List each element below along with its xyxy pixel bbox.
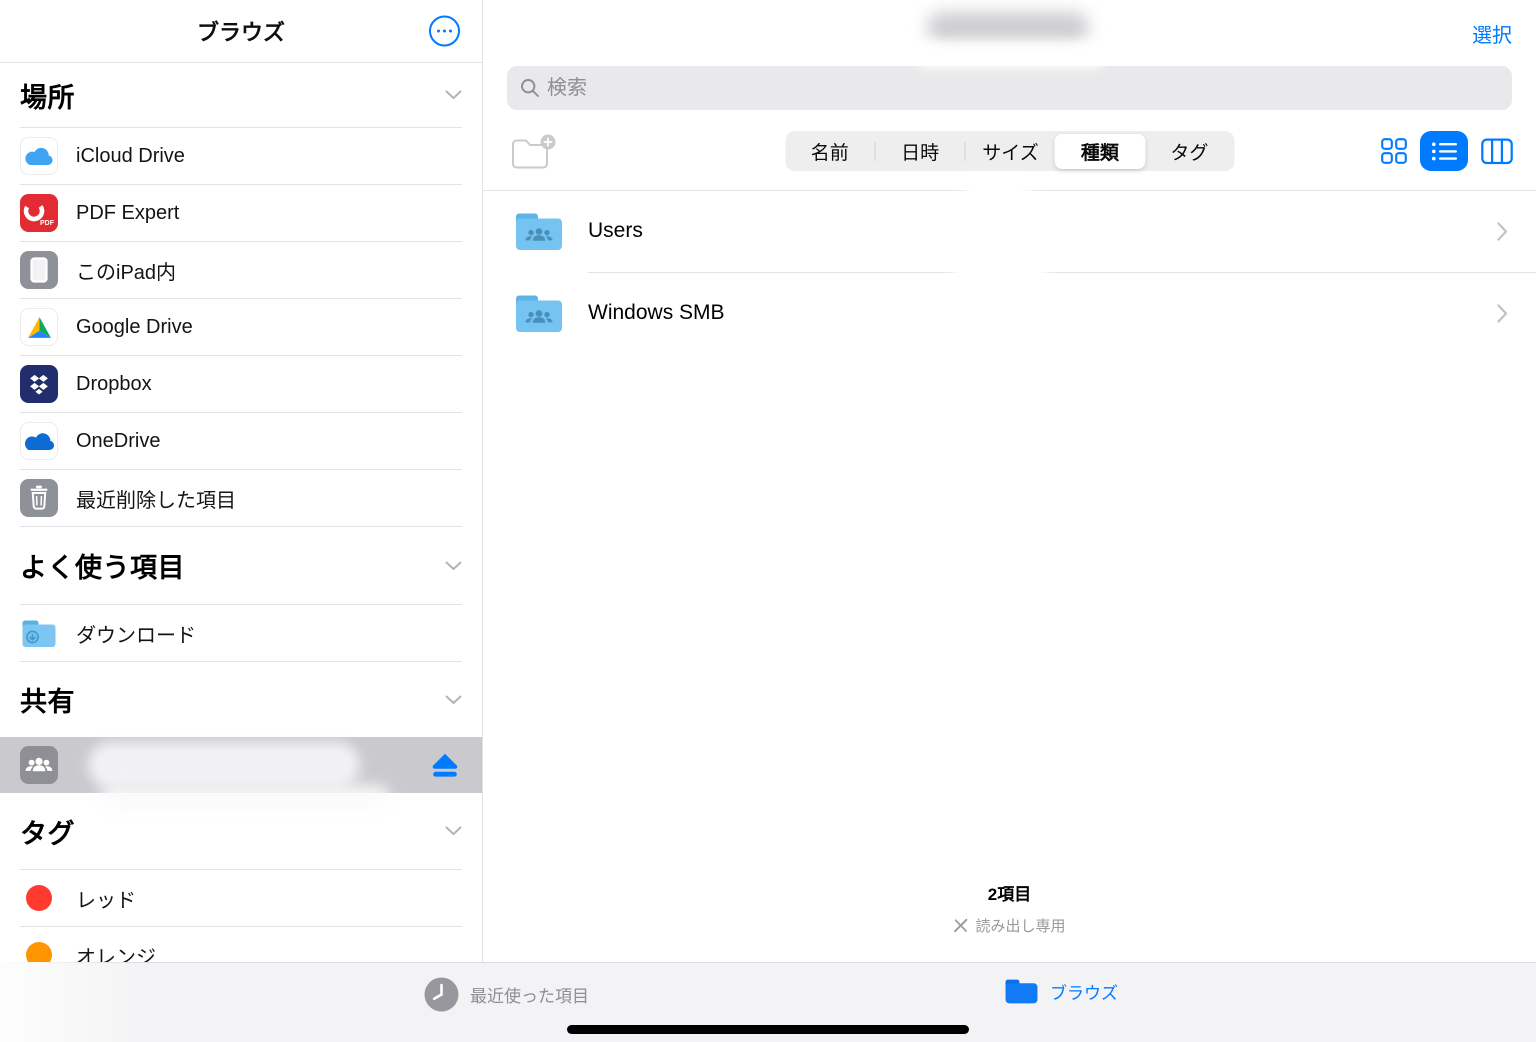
pdf-expert-icon: PDF	[20, 194, 58, 232]
section-header-favorites[interactable]: よく使う項目	[0, 527, 482, 604]
search-bar[interactable]	[507, 66, 1512, 110]
downloads-folder-icon	[20, 614, 58, 652]
dropbox-icon	[20, 365, 58, 403]
column-view-button[interactable]	[1481, 138, 1513, 165]
sort-segment-size[interactable]: サイズ	[966, 131, 1055, 171]
redaction-smudge	[100, 785, 390, 811]
item-count: 2項目	[483, 880, 1536, 905]
sidebar-item-onedrive[interactable]: OneDrive	[0, 413, 482, 469]
list-view-button-selected[interactable]	[1420, 131, 1468, 171]
file-name: Users	[588, 219, 1497, 243]
sidebar-item-icloud-drive[interactable]: iCloud Drive	[0, 128, 482, 184]
item-label: iCloud Drive	[76, 145, 185, 168]
red-tag-icon	[20, 879, 58, 917]
search-input[interactable]	[547, 77, 1499, 100]
list-view-icon	[1431, 141, 1458, 162]
section-label-tags: タグ	[20, 812, 75, 851]
select-button[interactable]: 選択	[1472, 19, 1512, 48]
chevron-down-icon[interactable]	[445, 826, 462, 836]
item-label: レッド	[76, 884, 136, 913]
redaction-smudge	[953, 250, 1048, 294]
shared-folder-icon	[513, 205, 565, 257]
sidebar-item-this-ipad[interactable]: このiPad内	[0, 242, 482, 298]
sidebar-item-pdf-expert[interactable]: PDF PDF Expert	[0, 185, 482, 241]
readonly-label: 読み出し専用	[975, 915, 1065, 936]
sidebar: ブラウズ 場所 iCloud Drive PDF PDF Expert	[0, 0, 483, 962]
clock-icon	[424, 977, 459, 1012]
item-label: Dropbox	[76, 373, 152, 396]
google-drive-icon	[20, 308, 58, 346]
item-label: Google Drive	[76, 316, 193, 339]
redaction-smudge	[915, 44, 1105, 68]
section-header-locations[interactable]: 場所	[0, 63, 482, 127]
item-label: 最近削除した項目	[76, 484, 236, 513]
sidebar-titlebar: ブラウズ	[0, 0, 482, 63]
tab-browse-selected[interactable]: ブラウズ	[1004, 977, 1118, 1006]
search-icon	[520, 78, 540, 98]
icloud-drive-icon	[20, 137, 58, 175]
chevron-down-icon[interactable]	[445, 561, 462, 571]
more-options-button[interactable]	[429, 16, 460, 47]
sort-segment-kind[interactable]: 種類	[1055, 131, 1144, 171]
redacted-server-name	[88, 742, 360, 788]
sort-segmented-control: 名前 日時 サイズ 種類 タグ	[785, 131, 1234, 171]
sidebar-item-shared-server[interactable]	[0, 737, 482, 793]
sort-segment-tags[interactable]: タグ	[1145, 131, 1234, 171]
ipad-icon	[20, 251, 58, 289]
new-folder-button[interactable]	[509, 133, 556, 178]
home-indicator[interactable]	[567, 1025, 969, 1034]
tab-recents[interactable]: 最近使った項目	[424, 977, 589, 1012]
redaction-smudge	[963, 176, 1033, 202]
chevron-down-icon[interactable]	[445, 90, 462, 100]
trash-icon	[20, 479, 58, 517]
tab-bar: 最近使った項目 ブラウズ	[0, 962, 1536, 1042]
sidebar-title: ブラウズ	[197, 15, 285, 47]
grid-view-button[interactable]	[1381, 138, 1407, 164]
view-switcher	[1381, 131, 1513, 171]
sort-segment-date[interactable]: 日時	[875, 131, 964, 171]
redacted-window-title	[927, 12, 1089, 42]
readonly-pencil-slash-icon	[953, 918, 969, 933]
file-name: Windows SMB	[588, 301, 1497, 325]
chevron-down-icon[interactable]	[445, 695, 462, 705]
sidebar-item-tag-red[interactable]: レッド	[0, 870, 482, 926]
sidebar-item-google-drive[interactable]: Google Drive	[0, 299, 482, 355]
main-content: 選択 名前 日時 サイズ	[483, 0, 1536, 962]
chevron-right-icon	[1497, 304, 1508, 323]
item-label: このiPad内	[76, 256, 176, 285]
section-label-locations: 場所	[20, 76, 75, 115]
tab-label: 最近使った項目	[470, 982, 589, 1007]
section-label-favorites: よく使う項目	[20, 546, 185, 585]
item-label: OneDrive	[76, 430, 160, 453]
shared-server-icon	[20, 746, 58, 784]
toolbar: 名前 日時 サイズ 種類 タグ	[483, 128, 1536, 174]
svg-text:PDF: PDF	[40, 220, 55, 227]
tab-label: ブラウズ	[1050, 979, 1118, 1004]
readonly-status: 読み出し専用	[483, 915, 1536, 936]
eject-button[interactable]	[430, 752, 460, 778]
item-label: PDF Expert	[76, 202, 179, 225]
sidebar-item-downloads[interactable]: ダウンロード	[0, 605, 482, 661]
sidebar-item-dropbox[interactable]: Dropbox	[0, 356, 482, 412]
status-footer: 2項目 読み出し専用	[483, 880, 1536, 936]
section-header-shared[interactable]: 共有	[0, 662, 482, 737]
sort-segment-name[interactable]: 名前	[785, 131, 874, 171]
onedrive-icon	[20, 422, 58, 460]
files-app: ブラウズ 場所 iCloud Drive PDF PDF Expert	[0, 0, 1536, 1042]
chevron-right-icon	[1497, 222, 1508, 241]
section-label-shared: 共有	[20, 680, 75, 719]
shared-folder-icon	[513, 287, 565, 339]
sidebar-item-recently-deleted[interactable]: 最近削除した項目	[0, 470, 482, 526]
item-label: ダウンロード	[76, 619, 196, 648]
folder-icon	[1004, 977, 1039, 1006]
tabbar-fade	[0, 962, 150, 1042]
